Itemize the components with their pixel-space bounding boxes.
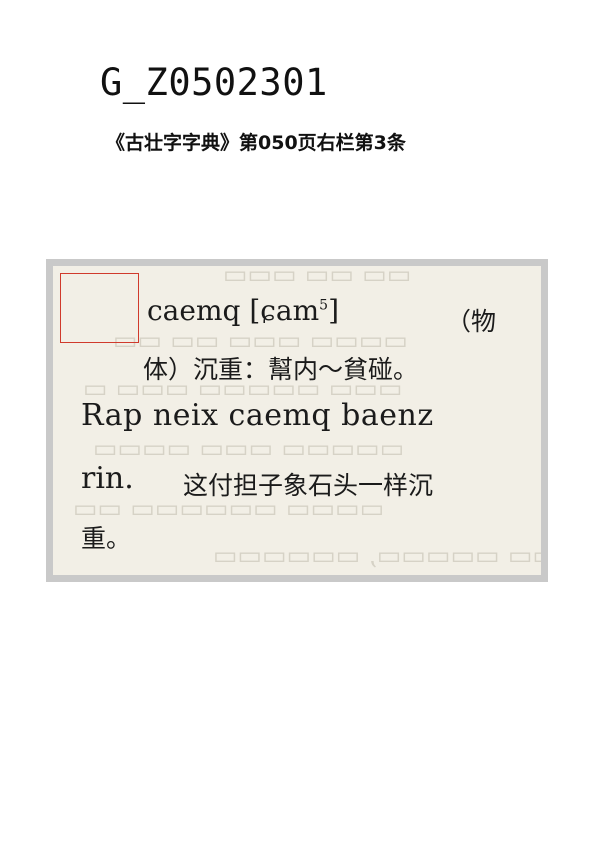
bleed-through-decoration: ▭▭▭▭ ▭▭▭▭▭, ▭▭▭▭▭▭ [213, 541, 541, 571]
example-zhuang-end: rin. [81, 461, 134, 496]
pronunciation-close: ] [328, 294, 339, 327]
tone-number: 5 [319, 298, 328, 314]
entry-heading: G_Z0502301 𦘌 [100, 52, 354, 112]
pronunciation-line: caemq [ɕam5] [147, 294, 339, 327]
bleed-through-decoration: ▭▭ ▭▭ ▭▭▭ [223, 266, 412, 290]
source-citation: 《古壮字字典》第050页右栏第3条 [106, 128, 406, 155]
pronunciation-text: caemq [ɕam [147, 294, 319, 327]
dictionary-scan: ▭▭ ▭▭ ▭▭▭ ▭▭▭▭ ▭▭▭ ▭▭ ▭▭ ▭▭▭ ▭▭▭▭▭ ▭▭▭ ▭… [53, 266, 541, 575]
entry-code: G_Z0502301 [100, 61, 328, 104]
headword-box: 𦘌 [60, 273, 139, 343]
example-zhuang-line: Rap neix caemq baenz [81, 398, 434, 433]
definition-start: （物 [446, 302, 496, 338]
example-translation-end: 重。 [81, 519, 131, 555]
dictionary-scan-frame: ▭▭ ▭▭ ▭▭▭ ▭▭▭▭ ▭▭▭ ▭▭ ▭▭ ▭▭▭ ▭▭▭▭▭ ▭▭▭ ▭… [46, 259, 548, 582]
definition-line: 体）沉重：幫内～貧碰。 [143, 350, 418, 386]
bleed-through-decoration: ▭▭▭▭▭ ▭▭▭ ▭▭▭▭ [93, 434, 404, 464]
example-translation-line: 这付担子象石头一样沉 [183, 466, 433, 502]
